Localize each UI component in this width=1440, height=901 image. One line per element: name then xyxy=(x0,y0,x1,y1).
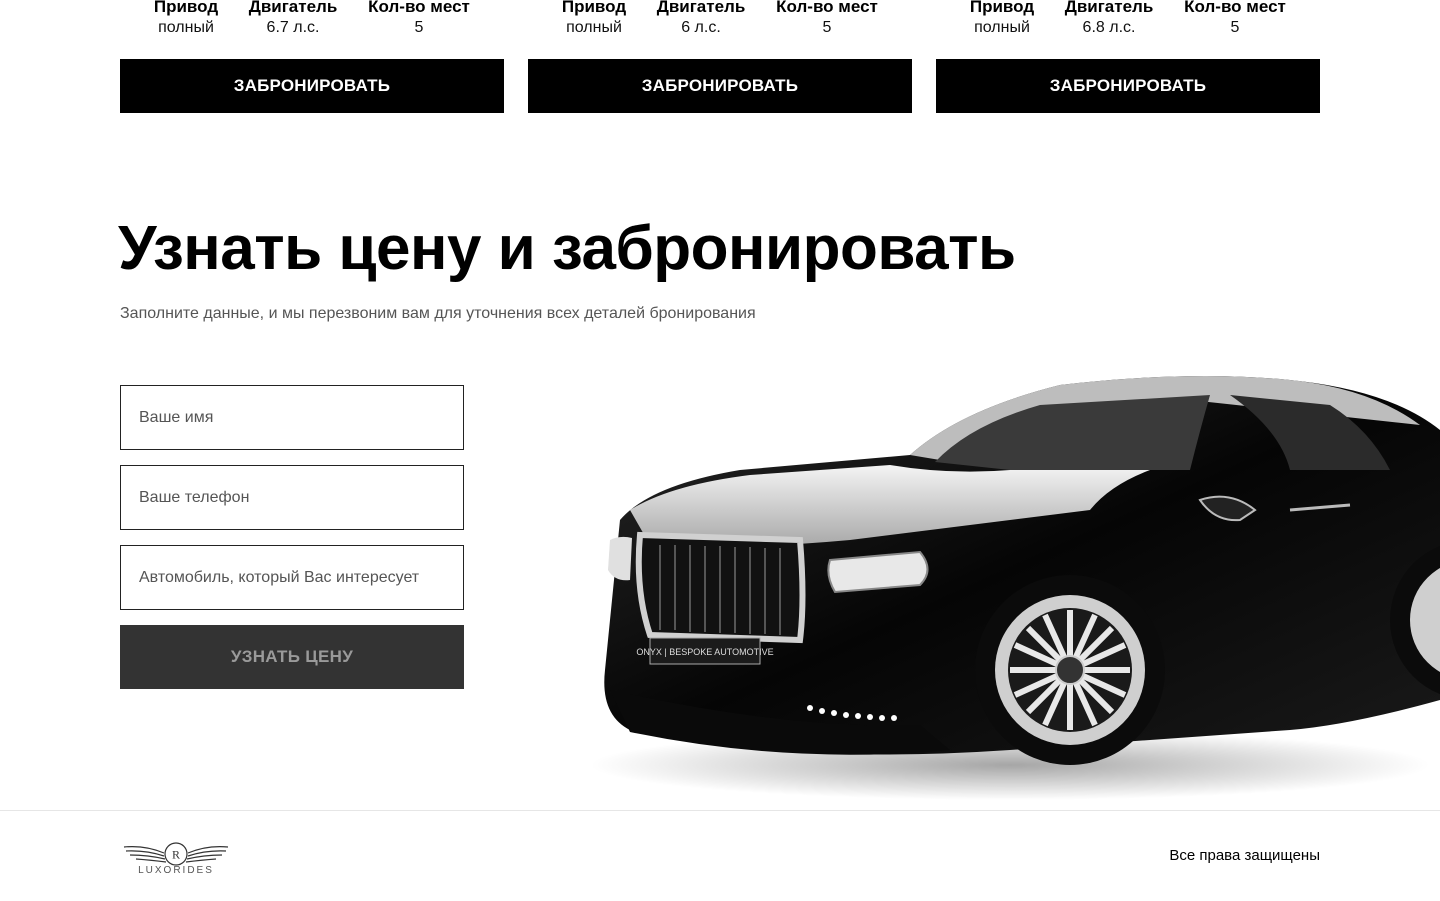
car-plate-text: ONYX | BESPOKE AUTOMOTIVE xyxy=(636,647,773,657)
spec-label: Кол-во мест xyxy=(776,0,878,16)
spec-label: Кол-во мест xyxy=(368,0,470,16)
book-button[interactable]: ЗАБРОНИРОВАТЬ xyxy=(120,59,504,113)
spec-value: 6.7 л.с. xyxy=(266,19,320,36)
section-title: Узнать цену и забронировать xyxy=(118,214,1016,283)
spec-value: полный xyxy=(158,19,214,36)
spec-label: Привод xyxy=(969,0,1035,16)
front-wheel xyxy=(975,575,1165,765)
spec-label: Двигатель xyxy=(656,0,746,16)
spec-value: полный xyxy=(974,19,1030,36)
spec-value: полный xyxy=(566,19,622,36)
car-image: ONYX | BESPOKE AUTOMOTIVE xyxy=(590,376,1440,800)
car-cards-row: Привод полный Двигатель 6.7 л.с. Кол-во … xyxy=(120,0,1320,113)
spec-value: 6.8 л.с. xyxy=(1082,19,1136,36)
car-card: Привод полный Двигатель 6.7 л.с. Кол-во … xyxy=(120,0,504,113)
book-button[interactable]: ЗАБРОНИРОВАТЬ xyxy=(936,59,1320,113)
spec-value: 5 xyxy=(414,19,424,36)
phone-input[interactable] xyxy=(120,465,464,530)
footer: R LUXORIDES Все права защищены xyxy=(0,810,1440,901)
section-subtitle: Заполните данные, и мы перезвоним вам дл… xyxy=(120,305,756,322)
spec-label: Привод xyxy=(153,0,219,16)
spec-value: 5 xyxy=(1230,19,1240,36)
copyright-text: Все права защищены xyxy=(1169,847,1320,864)
spec-value: 6 л.с. xyxy=(681,19,721,36)
spec-label: Двигатель xyxy=(1064,0,1154,16)
logo-text: LUXORIDES xyxy=(138,865,214,876)
spec-value: 5 xyxy=(822,19,832,36)
spec-label: Двигатель xyxy=(248,0,338,16)
car-input[interactable] xyxy=(120,545,464,610)
car-card: Привод полный Двигатель 6.8 л.с. Кол-во … xyxy=(936,0,1320,113)
spec-label: Кол-во мест xyxy=(1184,0,1286,16)
book-button[interactable]: ЗАБРОНИРОВАТЬ xyxy=(528,59,912,113)
logo-letter: R xyxy=(172,848,180,862)
name-input[interactable] xyxy=(120,385,464,450)
car-card: Привод полный Двигатель 6 л.с. Кол-во ме… xyxy=(528,0,912,113)
get-price-button[interactable]: УЗНАТЬ ЦЕНУ xyxy=(120,625,464,689)
spec-label: Привод xyxy=(561,0,627,16)
